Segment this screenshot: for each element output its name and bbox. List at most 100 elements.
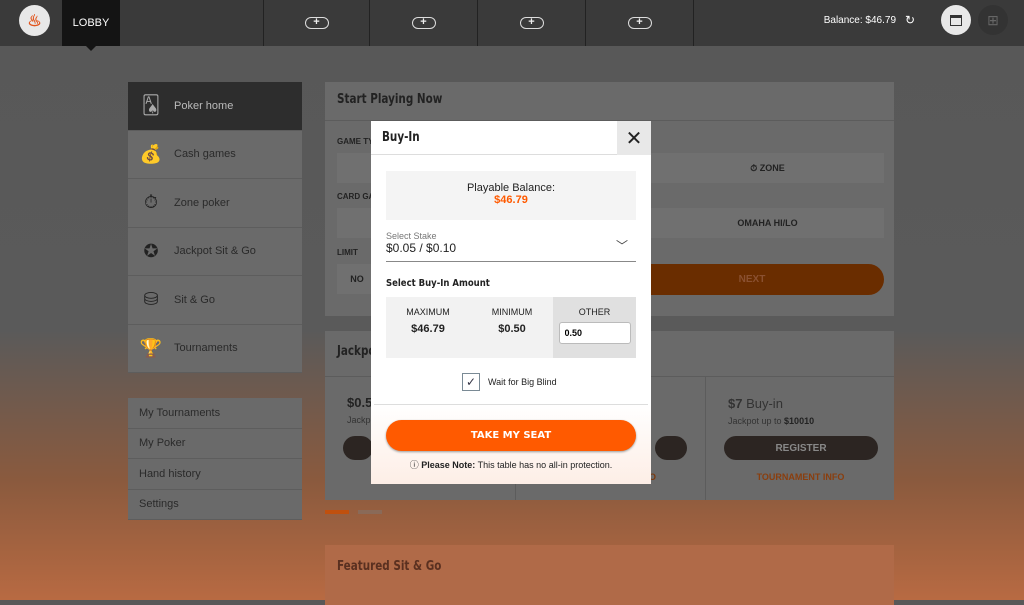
stopwatch-icon: ⏱ — [750, 162, 760, 173]
tournament-info-link[interactable]: TOURNAMENT INFO — [706, 472, 895, 482]
grid-icon: ⊞ — [987, 11, 999, 28]
featured-panel: Featured Sit & Go — [325, 545, 894, 605]
sidebar: 🂡 Poker home 💰 Cash games ⏱ Zone poker ✪ Jac… — [128, 82, 302, 373]
sidebar-item-label: Cash games — [174, 148, 236, 161]
card-price: $7 — [728, 396, 743, 411]
carousel-dot-active[interactable] — [325, 510, 349, 514]
single-view-button[interactable] — [941, 5, 971, 35]
add-table-slot[interactable]: + — [585, 0, 693, 46]
note-text: This table has no all-in protection. — [475, 460, 613, 470]
sidebar-item-sit-go[interactable]: ⛁ Sit & Go — [128, 276, 302, 325]
sidebar-item-cash-games[interactable]: 💰 Cash games — [128, 130, 302, 179]
note: ⓘ Please Note: This table has no all-in … — [371, 458, 651, 471]
option-label: MINIMUM — [491, 307, 533, 317]
close-button[interactable]: ✕ — [617, 121, 651, 155]
stake-label: Select Stake — [386, 231, 437, 241]
coins-icon: 💰 — [139, 143, 163, 164]
logo[interactable]: ♨ — [19, 5, 50, 36]
section-title: Jackpo — [337, 344, 376, 359]
minimum-option[interactable]: MINIMUM $0.50 — [470, 297, 554, 358]
chevron-down-icon: ﹀ — [615, 239, 628, 253]
sidebar-item-label: Jackpot Sit & Go — [174, 245, 256, 258]
tab-lobby[interactable]: LOBBY — [62, 0, 120, 51]
buyin-label: Buy-in — [742, 396, 783, 411]
option-value: $46.79 — [411, 323, 445, 335]
other-amount-input[interactable] — [558, 322, 631, 344]
sidebar-item-label: Sit & Go — [174, 293, 215, 306]
trophy-icon: 🏆 — [139, 337, 163, 358]
cards-icon: 🂡 — [141, 95, 161, 116]
playable-balance: Playable Balance: $46.79 — [386, 171, 636, 220]
game-type-label: GAME TY — [337, 137, 374, 146]
plus-icon: + — [627, 17, 652, 29]
register-button[interactable] — [655, 436, 687, 460]
sidebar-item-label: Poker home — [174, 99, 234, 112]
register-button[interactable]: REGISTER — [724, 436, 878, 460]
add-table-slot[interactable]: + — [369, 0, 477, 46]
section-title: Featured Sit & Go — [337, 559, 442, 574]
other-option[interactable]: OTHER — [553, 297, 636, 358]
sidebar-item-tournaments[interactable]: 🏆 Tournaments — [128, 324, 302, 373]
card-subtitle: Jackp — [347, 415, 371, 425]
note-bold: Please Note: — [421, 460, 476, 470]
option-value: $0.50 — [498, 323, 526, 335]
limit-label: LIMIT — [337, 248, 358, 257]
buyin-amount-label: Select Buy-In Amount — [386, 278, 490, 289]
sidebar-item-poker-home[interactable]: 🂡 Poker home — [128, 82, 302, 131]
link-my-poker[interactable]: My Poker — [128, 428, 302, 459]
grid-view-button[interactable]: ⊞ — [978, 5, 1008, 35]
buyin-amount-options: MAXIMUM $46.79 MINIMUM $0.50 OTHER — [386, 297, 636, 358]
stake-select[interactable]: Select Stake $0.05 / $0.10 ﹀ — [386, 231, 636, 262]
wait-big-blind-checkbox[interactable]: ✓ — [462, 373, 480, 391]
chip-stack-icon: ⛁ — [143, 289, 159, 310]
maximum-option[interactable]: MAXIMUM $46.79 — [386, 297, 470, 358]
divider — [693, 0, 694, 46]
sidebar-links: My Tournaments My Poker Hand history Set… — [128, 398, 302, 520]
card-game-label: CARD GA — [337, 192, 375, 201]
buy-in-dialog: Buy-In ✕ Playable Balance: $46.79 Select… — [371, 121, 651, 484]
option-label: ZONE — [759, 163, 785, 173]
sidebar-item-label: Zone poker — [174, 196, 230, 209]
jackpot-card: $7 Buy-in Jackpot up to $10010 REGISTER … — [705, 376, 894, 500]
link-hand-history[interactable]: Hand history — [128, 459, 302, 490]
next-button[interactable]: NEXT — [620, 264, 884, 295]
checkbox-label: Wait for Big Blind — [488, 377, 557, 387]
refresh-balance-icon[interactable]: ↻ — [905, 13, 915, 27]
jackpot-chip-icon: ✪ — [143, 240, 159, 261]
link-my-tournaments[interactable]: My Tournaments — [128, 398, 302, 429]
card-subtitle: Jackpot up to — [728, 416, 785, 426]
card-price: $0.5 — [347, 395, 373, 410]
sidebar-item-label: Tournaments — [174, 342, 238, 355]
take-my-seat-button[interactable]: TAKE MY SEAT — [386, 420, 636, 451]
wait-big-blind-row[interactable]: ✓ Wait for Big Blind — [462, 373, 557, 391]
add-table-slot[interactable]: + — [263, 0, 369, 46]
playable-balance-value: $46.79 — [494, 194, 528, 206]
window-icon — [950, 14, 962, 26]
add-table-slot[interactable]: + — [477, 0, 585, 46]
info-icon: ⓘ — [409, 460, 422, 470]
close-icon: ✕ — [625, 127, 643, 150]
jackpot-amount: $10010 — [784, 416, 815, 426]
balance-text: Balance: $46.79 — [823, 15, 896, 26]
omaha-option[interactable]: OMAHA HI/LO — [651, 208, 884, 238]
stopwatch-icon: ⏱ — [143, 192, 159, 213]
zone-option[interactable]: ⏱ ZONE — [651, 153, 884, 183]
option-label: OTHER — [578, 307, 611, 317]
divider — [374, 404, 648, 405]
sidebar-item-zone-poker[interactable]: ⏱ Zone poker — [128, 179, 302, 228]
dialog-header: Buy-In ✕ — [371, 121, 651, 155]
sidebar-item-jackpot-sit-go[interactable]: ✪ Jackpot Sit & Go — [128, 227, 302, 276]
plus-icon: + — [519, 17, 544, 29]
register-button[interactable] — [343, 436, 373, 460]
top-bar: ♨ LOBBY + + + + Balance: $46.79 ↻ ⊞ — [0, 0, 1024, 51]
plus-icon: + — [304, 17, 329, 29]
option-label: MAXIMUM — [406, 307, 450, 317]
plus-icon: + — [411, 17, 436, 29]
playable-balance-label: Playable Balance: — [466, 182, 556, 194]
stake-value: $0.05 / $0.10 — [386, 241, 457, 255]
section-title: Start Playing Now — [337, 92, 443, 107]
check-icon: ✓ — [465, 375, 477, 389]
dialog-title: Buy-In — [382, 130, 420, 145]
carousel-dot[interactable] — [358, 510, 382, 514]
link-settings[interactable]: Settings — [128, 489, 302, 520]
